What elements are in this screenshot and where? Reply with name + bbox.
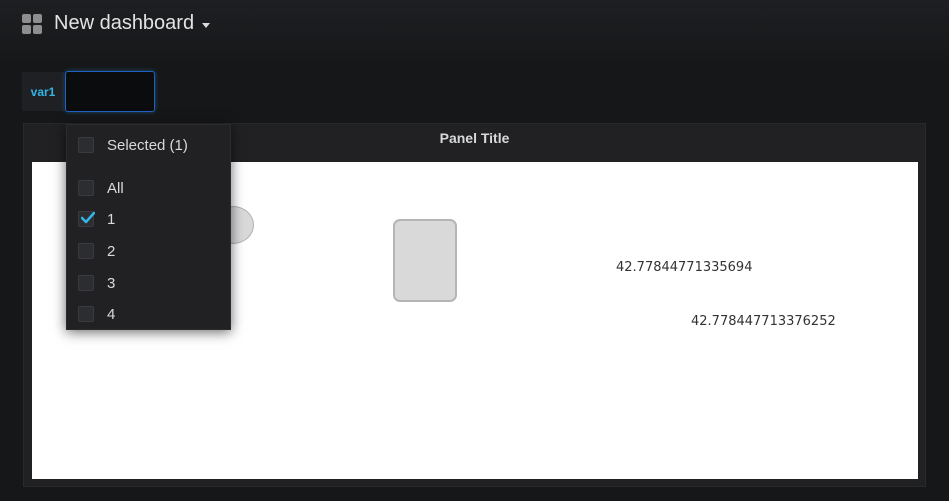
dropdown-option-all[interactable]: All	[67, 174, 232, 202]
metric-value-2: 42.778447713376252	[691, 314, 836, 329]
dropdown-option-label: 1	[107, 210, 116, 228]
variable-label: var1	[22, 72, 64, 111]
checkbox[interactable]	[78, 211, 95, 227]
checkbox[interactable]	[78, 243, 94, 259]
dropdown-selected-toggle[interactable]: Selected (1)	[67, 131, 232, 159]
chevron-down-icon	[202, 22, 211, 28]
check-icon	[81, 211, 95, 224]
dropdown-option-2[interactable]: 2	[67, 237, 232, 265]
checkbox[interactable]	[78, 306, 94, 322]
dashboard-title: New dashboard	[54, 12, 195, 34]
dropdown-option-label: 3	[107, 274, 116, 292]
checkbox[interactable]	[78, 275, 94, 291]
checkbox[interactable]	[78, 137, 94, 153]
grid-icon[interactable]	[22, 14, 42, 34]
dashboard-navbar: New dashboard	[0, 0, 949, 60]
dropdown-option-1[interactable]: 1	[67, 205, 232, 233]
dropdown-option-label: All	[107, 179, 124, 197]
variable-dropdown-menu: Selected (1) All 1 2 3 4	[66, 124, 231, 330]
dropdown-option-3[interactable]: 3	[67, 269, 232, 297]
dropdown-option-label: 4	[107, 305, 116, 323]
dashboard-title-button[interactable]: New dashboard	[54, 12, 211, 35]
dropdown-option-4[interactable]: 4	[67, 300, 232, 328]
metric-value-1: 42.77844771335694	[616, 260, 753, 275]
rectangle-shape	[393, 219, 457, 302]
dropdown-selected-label: Selected (1)	[107, 136, 188, 154]
variable-value-picker[interactable]	[65, 71, 155, 112]
checkbox[interactable]	[78, 180, 94, 196]
dropdown-option-label: 2	[107, 242, 116, 260]
